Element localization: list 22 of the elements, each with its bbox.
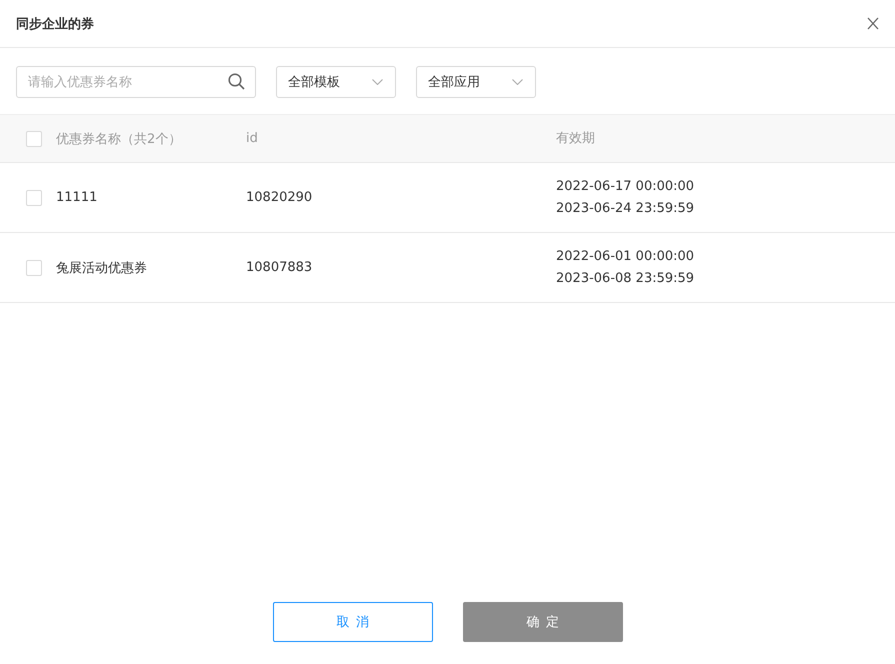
chevron-down-icon bbox=[512, 79, 523, 85]
dialog-title: 同步企业的券 bbox=[16, 16, 94, 32]
dropdown[interactable]: 全部模板 bbox=[276, 66, 396, 98]
table-cell: 2022-06-01 00:00:00 bbox=[556, 248, 694, 264]
close-icon[interactable] bbox=[867, 17, 879, 30]
table-cell: 10807883 bbox=[246, 260, 312, 275]
checkbox[interactable] bbox=[26, 130, 42, 146]
search-field[interactable]: 请输入优惠券名称 bbox=[16, 66, 256, 98]
table-cell: 2023-06-08 23:59:59 bbox=[556, 270, 694, 286]
chevron-down-icon bbox=[372, 79, 383, 85]
table-cell: 2022-06-17 00:00:00 bbox=[556, 178, 694, 194]
checkbox[interactable] bbox=[26, 260, 42, 276]
table-cell: 兔展活动优惠券 bbox=[56, 260, 147, 276]
column-header: id bbox=[246, 131, 258, 146]
table-cell: 10820290 bbox=[246, 190, 312, 205]
table-cell: 11111 bbox=[56, 190, 98, 205]
table-cell: 2023-06-24 23:59:59 bbox=[556, 200, 694, 216]
checkbox[interactable] bbox=[26, 190, 42, 206]
dropdown[interactable]: 全部应用 bbox=[416, 66, 536, 98]
column-header: 有效期 bbox=[556, 130, 595, 146]
search-icon[interactable] bbox=[228, 73, 245, 90]
column-header: 优惠券名称（共2个） bbox=[56, 132, 182, 146]
